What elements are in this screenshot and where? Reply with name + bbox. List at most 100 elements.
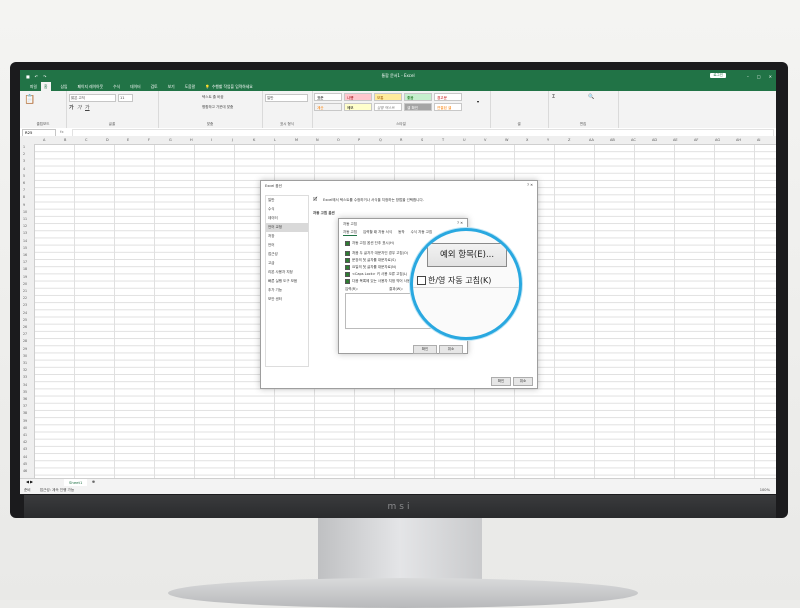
row-header[interactable]: 24	[23, 311, 27, 315]
zoom-level[interactable]: 100%	[760, 486, 770, 494]
row-header[interactable]: 9	[23, 203, 25, 207]
row-header[interactable]: 33	[23, 375, 27, 379]
autocorrect-cancel-button[interactable]: 취소	[439, 345, 463, 354]
row-header[interactable]: 31	[23, 361, 27, 365]
font-size-select[interactable]: 11	[118, 94, 133, 102]
status-accessibility[interactable]: 접근성: 계속 진행 가능	[40, 488, 74, 492]
column-header[interactable]: F	[148, 138, 150, 142]
row-header[interactable]: 7	[23, 188, 25, 192]
column-header[interactable]: AA	[589, 138, 594, 142]
fx-icon[interactable]: fx	[60, 129, 64, 134]
tab-help[interactable]: 도움말	[185, 84, 195, 90]
style-note[interactable]: 메모	[344, 103, 372, 111]
row-header[interactable]: 17	[23, 260, 27, 264]
caps-lock-checkbox[interactable]: <Caps Lock> 키 사용 오류 고침(L)	[345, 272, 407, 277]
column-header[interactable]: I	[211, 138, 212, 142]
column-header[interactable]: J	[232, 138, 233, 142]
wrap-text-button[interactable]: 텍스트 줄 바꿈	[202, 95, 224, 100]
row-header[interactable]: 34	[23, 383, 27, 387]
column-header[interactable]: X	[526, 138, 528, 142]
tab-page-layout[interactable]: 페이지 레이아웃	[78, 84, 104, 90]
tab-data[interactable]: 데이터	[130, 84, 140, 90]
underline-button[interactable]: 가	[85, 104, 90, 111]
sidebar-item-data[interactable]: 데이터	[266, 214, 308, 223]
replace-text-checkbox[interactable]: 다음 목록에 있는 사용자 지정 약어 사용(T)	[345, 279, 415, 284]
sheet-nav-icon[interactable]: ◀ ▶	[26, 479, 33, 484]
show-options-checkbox[interactable]: 자동 고침 옵션 단추 표시(H)	[345, 241, 394, 246]
sidebar-item-save[interactable]: 저장	[266, 232, 308, 241]
row-header[interactable]: 8	[23, 195, 25, 199]
style-warning[interactable]: 경고문	[434, 93, 462, 101]
tab-view[interactable]: 보기	[168, 84, 175, 90]
tab-insert[interactable]: 삽입	[61, 84, 68, 90]
column-header[interactable]: AF	[694, 138, 698, 142]
column-header[interactable]: AD	[652, 138, 657, 142]
sidebar-item-general[interactable]: 일반	[266, 196, 308, 205]
column-header[interactable]: L	[274, 138, 276, 142]
row-header[interactable]: 3	[23, 159, 25, 163]
sidebar-item-trust-center[interactable]: 보안 센터	[266, 295, 308, 304]
paste-icon[interactable]: 📋	[24, 95, 35, 105]
sidebar-item-proofing[interactable]: 언어 교정	[266, 223, 308, 232]
row-header[interactable]: 35	[23, 390, 27, 394]
row-header[interactable]: 41	[23, 433, 27, 437]
italic-button[interactable]: 가	[77, 104, 82, 111]
autocorrect-close-icon[interactable]: ? ✕	[457, 221, 463, 225]
row-header[interactable]: 20	[23, 282, 27, 286]
close-icon[interactable]: ✕	[769, 74, 772, 79]
style-neutral[interactable]: 보통	[374, 93, 402, 101]
new-sheet-icon[interactable]: ⊕	[92, 479, 95, 484]
tab-math-autocorrect[interactable]: 수식 자동 고침	[411, 230, 433, 236]
row-header[interactable]: 10	[23, 210, 27, 214]
column-header[interactable]: AB	[610, 138, 615, 142]
capitalize-days-checkbox[interactable]: 요일의 첫 글자를 대문자로(N)	[345, 265, 396, 270]
row-header[interactable]: 18	[23, 267, 27, 271]
two-initial-caps-checkbox[interactable]: 처음 두 글자가 대문자인 경우 고침(O)	[345, 251, 408, 256]
row-header[interactable]: 37	[23, 404, 27, 408]
column-header[interactable]: AH	[736, 138, 741, 142]
row-header[interactable]: 36	[23, 397, 27, 401]
row-header[interactable]: 15	[23, 246, 27, 250]
column-header[interactable]: T	[442, 138, 444, 142]
minimize-icon[interactable]: –	[747, 74, 749, 79]
sidebar-item-quick-access[interactable]: 빠른 실행 도구 모음	[266, 277, 308, 286]
row-header[interactable]: 42	[23, 440, 27, 444]
row-header[interactable]: 45	[23, 462, 27, 466]
row-header[interactable]: 12	[23, 224, 27, 228]
korean-english-autocorrect-checkbox[interactable]: 한/영 자동 고침(K)	[417, 275, 491, 286]
row-header[interactable]: 28	[23, 339, 27, 343]
row-header[interactable]: 38	[23, 411, 27, 415]
row-header[interactable]: 5	[23, 174, 25, 178]
style-explanatory[interactable]: 설명 텍스트	[374, 103, 402, 111]
sidebar-item-addins[interactable]: 추가 기능	[266, 286, 308, 295]
column-header[interactable]: K	[253, 138, 255, 142]
column-header[interactable]: G	[169, 138, 172, 142]
number-format-select[interactable]: 일반	[265, 94, 308, 102]
exceptions-button[interactable]: 예외 항목(E)...	[427, 243, 507, 267]
column-header[interactable]: A	[43, 138, 45, 142]
row-header[interactable]: 25	[23, 318, 27, 322]
style-linked-cell[interactable]: 연결된 셀	[434, 103, 462, 111]
options-close-icon[interactable]: ? ✕	[527, 183, 533, 187]
column-header[interactable]: AG	[715, 138, 720, 142]
search-hint[interactable]: 수행할 작업을 입력하세요	[212, 84, 253, 90]
row-header[interactable]: 46	[23, 469, 27, 473]
column-header[interactable]: Q	[379, 138, 382, 142]
column-header[interactable]: H	[190, 138, 193, 142]
styles-more-icon[interactable]: ▾	[464, 93, 492, 111]
row-header[interactable]: 32	[23, 368, 27, 372]
row-header[interactable]: 30	[23, 354, 27, 358]
row-header[interactable]: 27	[23, 332, 27, 336]
column-header[interactable]: D	[106, 138, 109, 142]
tab-file[interactable]: 파일	[30, 84, 37, 90]
column-header[interactable]: M	[295, 138, 298, 142]
row-header[interactable]: 11	[23, 217, 27, 221]
row-header[interactable]: 23	[23, 303, 27, 307]
column-header[interactable]: B	[64, 138, 66, 142]
style-normal[interactable]: 표준	[314, 93, 342, 101]
style-calculation[interactable]: 계산	[314, 103, 342, 111]
sidebar-item-accessibility[interactable]: 접근성	[266, 250, 308, 259]
row-header[interactable]: 43	[23, 447, 27, 451]
column-header[interactable]: AE	[673, 138, 678, 142]
maximize-icon[interactable]: □	[757, 74, 761, 79]
